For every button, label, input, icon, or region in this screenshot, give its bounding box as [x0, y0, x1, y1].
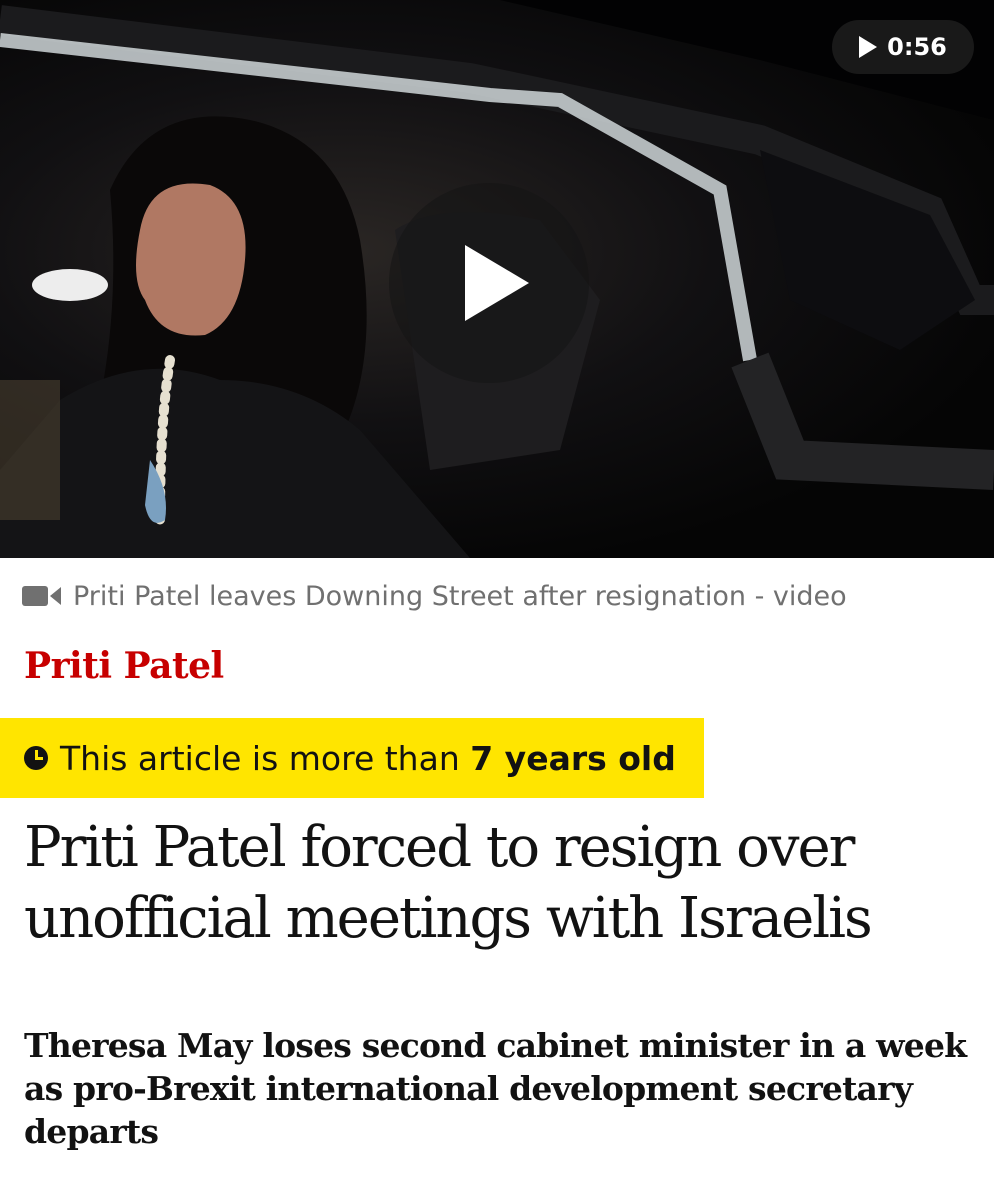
duration-badge[interactable]: 0:56: [832, 20, 974, 74]
age-warning-age: 7 years old: [470, 738, 676, 778]
article-headline: Priti Patel forced to resign over unoffi…: [24, 815, 873, 951]
age-warning-banner: This article is more than 7 years old: [0, 718, 704, 798]
video-camera-icon: [22, 586, 61, 606]
clock-icon: [24, 746, 48, 770]
age-warning-text: This article is more than 7 years old: [60, 739, 676, 778]
article-standfirst: Theresa May loses second cabinet ministe…: [24, 1026, 967, 1151]
play-icon: [859, 36, 878, 58]
caption-text: Priti Patel leaves Downing Street after …: [73, 580, 847, 612]
age-warning-prefix: This article is more than: [60, 738, 471, 778]
play-button[interactable]: [389, 183, 589, 383]
video-player[interactable]: 0:56: [0, 0, 994, 558]
video-caption: Priti Patel leaves Downing Street after …: [22, 574, 847, 618]
play-icon: [465, 245, 529, 321]
kicker-link[interactable]: Priti Patel: [24, 645, 224, 687]
duration-text: 0:56: [887, 33, 947, 61]
